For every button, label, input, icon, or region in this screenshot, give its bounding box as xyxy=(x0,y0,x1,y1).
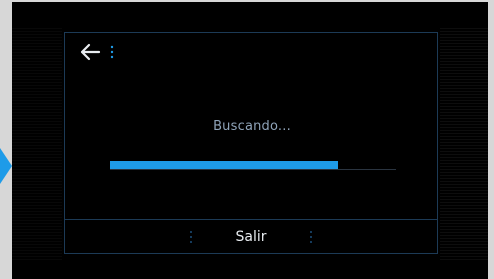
dialog-footer: Salir xyxy=(65,220,437,253)
status-text: Buscando... xyxy=(213,119,291,134)
side-indicator-arrow xyxy=(0,148,12,184)
menu-button[interactable] xyxy=(109,44,115,60)
arrow-left-icon xyxy=(80,43,101,61)
screen: Buscando... Salir xyxy=(0,0,494,279)
progress-bar xyxy=(110,161,338,169)
search-dialog: Buscando... Salir xyxy=(64,32,438,254)
exit-button-label: Salir xyxy=(235,228,267,245)
separator-dots-icon xyxy=(310,231,312,243)
exit-button[interactable]: Salir xyxy=(195,220,307,253)
separator-dots-icon xyxy=(190,231,192,243)
left-bezel xyxy=(0,0,12,279)
vertical-dots-icon xyxy=(110,45,114,59)
progress-track xyxy=(110,169,396,170)
left-scanline-pattern xyxy=(12,28,62,260)
top-bezel xyxy=(0,0,494,2)
right-bezel xyxy=(488,0,494,279)
back-button[interactable] xyxy=(79,43,101,61)
right-scanline-pattern xyxy=(440,28,488,260)
